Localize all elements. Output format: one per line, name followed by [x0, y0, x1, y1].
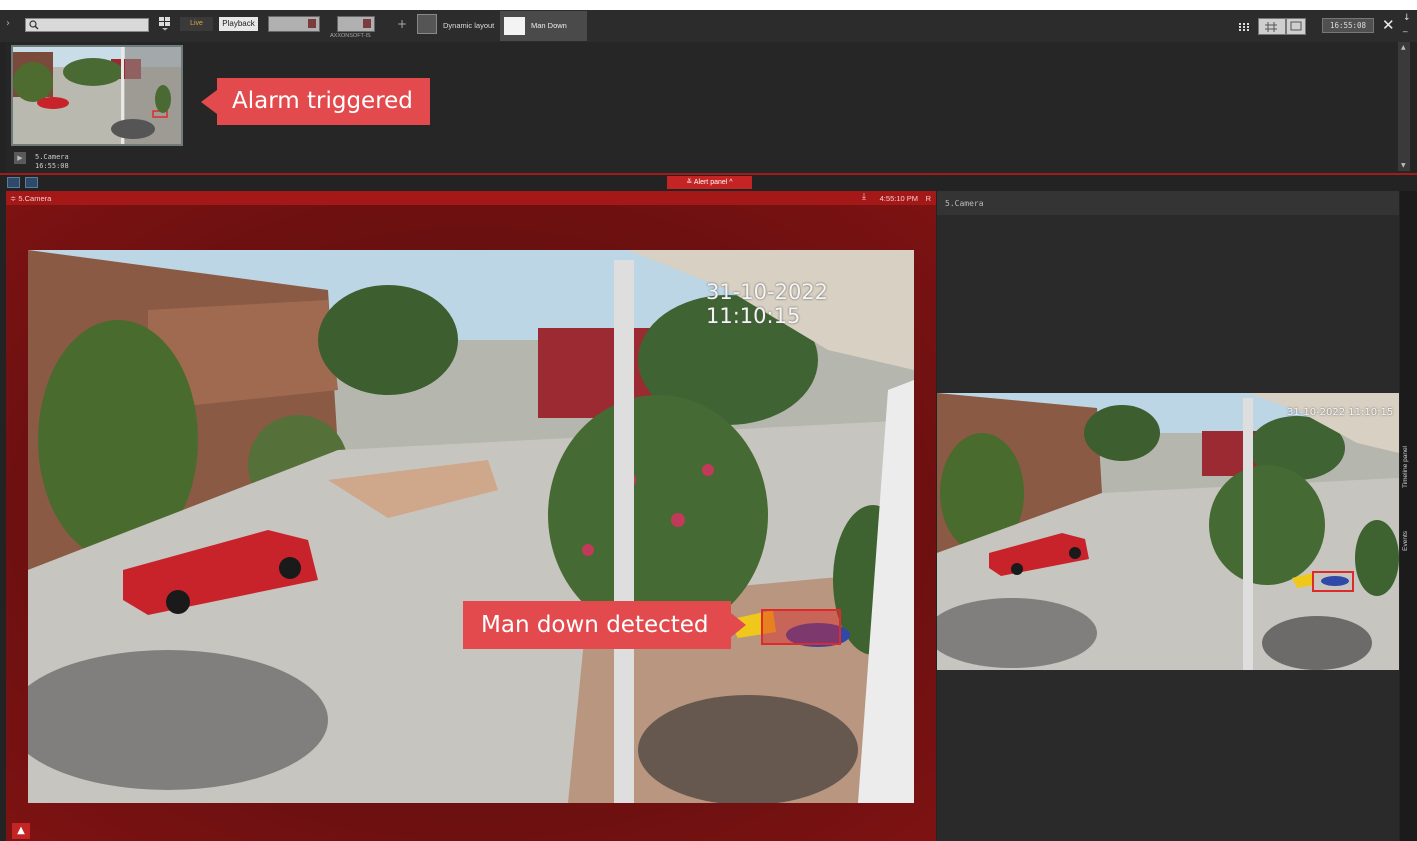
axxon-client-window: › Live Playback AXXONSOFT-IS + Dynamic l…	[0, 0, 1417, 841]
view-mode-a-icon[interactable]	[7, 177, 20, 188]
layout-tab-man-down[interactable]: Man Down	[500, 11, 587, 41]
view-mode-b-icon[interactable]	[25, 177, 38, 188]
man-down-detection-box[interactable]	[761, 609, 841, 645]
layout-tab-label: Man Down	[531, 21, 567, 30]
alarm-time: 16:55:08	[35, 162, 69, 170]
download-icon[interactable]: ⤓	[862, 192, 866, 202]
layout-preview-icon	[504, 17, 525, 35]
alarm-bell-button[interactable]: ▲	[12, 823, 30, 839]
main-camera-viewport[interactable]: ≑ 5.Camera ⤓ 4:55:10 PM R 31-10-2022 11:…	[6, 191, 936, 841]
live-mode-button[interactable]: Live	[180, 17, 213, 31]
alert-panel-label: Alert panel	[693, 179, 728, 186]
hash-icon	[1265, 22, 1277, 32]
alarm-camera-name: 5.Camera	[35, 153, 69, 161]
playback-mode-button[interactable]: Playback	[219, 17, 258, 31]
view-mode-icons	[7, 177, 42, 188]
search-input[interactable]	[25, 18, 149, 32]
alert-panel-toggle[interactable]: ≚ Alert panel ^	[667, 176, 752, 189]
single-frame-icon	[1290, 21, 1302, 31]
add-layout-icon[interactable]: +	[397, 17, 407, 31]
side-osd-timestamp: 31-10-2022 11:10:15	[1287, 407, 1394, 418]
viewport-time: 4:55:10 PM	[879, 194, 918, 203]
camera-video-frame[interactable]: 31-10-2022 11:10:15	[28, 250, 914, 803]
alarm-thumbnail[interactable]	[11, 45, 183, 146]
single-view-button[interactable]	[1286, 18, 1306, 35]
pin-icon[interactable]: ↓ _	[1403, 13, 1411, 33]
side-camera-video[interactable]: 31-10-2022 11:10:15	[937, 393, 1399, 670]
side-camera-name: 5.Camera	[945, 199, 984, 208]
street-scene	[28, 250, 914, 803]
timeline-panel-tab[interactable]: Timeline panel	[1402, 446, 1409, 488]
dynamic-layout-icon[interactable]	[417, 14, 437, 34]
server-label: AXXONSOFT-IS	[330, 33, 371, 39]
side-street-scene	[937, 393, 1399, 670]
grid-view-icon[interactable]	[1239, 23, 1249, 31]
expand-panel-icon[interactable]: ›	[6, 18, 10, 29]
expand-chevron-icon: ^	[729, 179, 733, 186]
events-tab[interactable]: Events	[1402, 531, 1409, 551]
layout-thumbnail-button[interactable]	[268, 16, 320, 32]
recording-indicator: R	[925, 194, 931, 203]
system-clock: 16:55:08	[1322, 18, 1374, 33]
osd-timestamp: 31-10-2022 11:10:15	[706, 280, 829, 328]
viewport-camera-name: ≑ 5.Camera	[10, 194, 52, 203]
archive-side-panel: 5.Camera 31-10-2022 11:10:15	[937, 191, 1399, 841]
collapse-chevron-icon: ≚	[686, 179, 694, 186]
viewport-header: ≑ 5.Camera ⤓ 4:55:10 PM R	[6, 191, 936, 205]
settings-tools-icon[interactable]: ✕	[1382, 16, 1395, 34]
layouts-grid-icon[interactable]	[159, 17, 171, 31]
play-alarm-button[interactable]: ▶	[14, 152, 26, 164]
side-tabs: Timeline panel Events	[1400, 191, 1417, 841]
side-panel-header: 5.Camera	[937, 191, 1399, 215]
side-detection-box[interactable]	[1312, 571, 1354, 592]
alarm-triggered-callout: Alarm triggered	[201, 78, 430, 125]
top-toolbar: › Live Playback AXXONSOFT-IS + Dynamic l…	[0, 0, 1417, 42]
alarm-strip-scrollbar[interactable]	[1398, 42, 1410, 171]
alarm-camera-snapshot	[13, 47, 181, 144]
server-thumbnail-button[interactable]	[337, 16, 375, 32]
hash-layout-button[interactable]	[1258, 18, 1286, 35]
dynamic-layout-label[interactable]: Dynamic layout	[443, 21, 494, 30]
man-down-callout: Man down detected	[463, 601, 746, 649]
search-icon	[29, 20, 39, 30]
alarm-camera-info: 5.Camera 16:55:08	[35, 153, 69, 171]
alert-divider	[0, 173, 1417, 175]
